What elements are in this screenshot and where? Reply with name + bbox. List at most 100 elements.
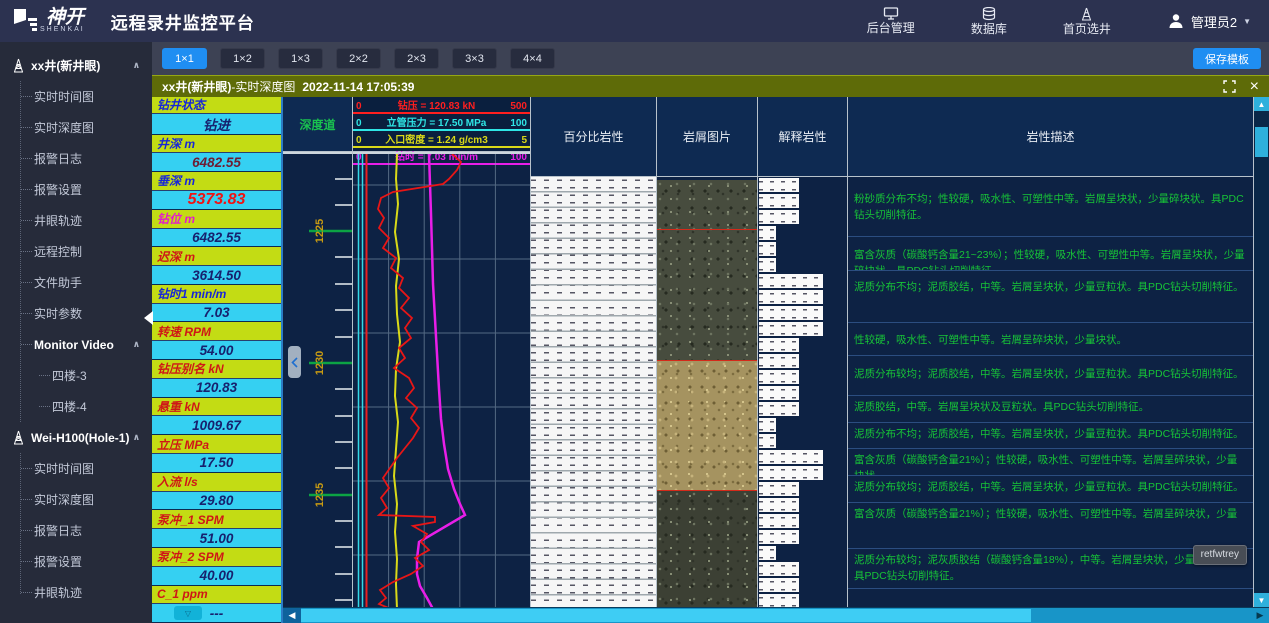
lithology-segment — [759, 370, 799, 384]
sidebar-item[interactable]: 四楼-3 ∧ — [0, 360, 152, 391]
lithology-segment — [759, 498, 799, 512]
sidebar-item[interactable]: 实时深度图 ∧ — [0, 484, 152, 515]
depth-scale: 1225 1230 1235 — [283, 154, 352, 607]
sidebar-item[interactable]: 四楼-4 ∧ — [0, 391, 152, 422]
sidebar-item[interactable]: 远程控制 ∧ — [0, 236, 152, 267]
layout-button[interactable]: 1×1 — [162, 48, 207, 69]
curve-legend-row: 0 入口密度 = 1.24 g/cm3 5 — [353, 131, 530, 148]
nav-home-well-select[interactable]: 首页选井 — [1063, 7, 1111, 36]
cuttings-photo-track: 岩屑图片 — [657, 97, 758, 607]
parameter-row: 泵冲_1 SPM ▽ 51.00 — [152, 510, 281, 548]
top-header: 神开 SHENKAI 远程录井监控平台 后台管理 数据库 — [0, 0, 1269, 42]
lithology-segment — [759, 546, 776, 560]
curve-legend-row: 0 钻压 = 120.83 kN 500 — [353, 97, 530, 114]
curve-legend-header: 0 钻压 = 120.83 kN 500 0 立管压力 = 17.50 MPa … — [353, 97, 530, 152]
vertical-scrollbar[interactable]: ▲ ▼ — [1254, 97, 1269, 607]
lithology-segment — [759, 194, 799, 208]
scroll-right-button[interactable]: ▶ — [1251, 608, 1269, 623]
sidebar-item[interactable]: 实时参数 ∧ — [0, 298, 152, 329]
parameter-label: 立压 MPa — [152, 435, 281, 454]
save-template-button[interactable]: 保存模板 — [1193, 48, 1261, 69]
chevron-up-icon: ∧ — [133, 339, 140, 350]
sidebar-item[interactable]: 报警日志 ∧ — [0, 143, 152, 174]
layout-button[interactable]: 2×2 — [336, 48, 381, 69]
lithology-segment — [759, 434, 776, 448]
parameter-label: 钻井状态 — [152, 97, 281, 114]
vertical-scroll-thumb[interactable] — [1255, 127, 1268, 157]
sidebar-item[interactable]: Wei-H100(Hole-1) ∧ — [0, 422, 152, 453]
lithology-description-track: 岩性描述 粉砂质分布不均；性较硬，吸水性、可塑性中等。岩屑呈块状，少量碎块状。具… — [848, 97, 1254, 607]
layout-button[interactable]: 3×3 — [452, 48, 497, 69]
interpreted-lithology-header: 解释岩性 — [758, 97, 847, 177]
sidebar-item[interactable]: Monitor Video ∧ — [0, 329, 152, 360]
parameter-panel-collapse-handle[interactable] — [288, 346, 301, 378]
sidebar-item[interactable]: 实时时间图 ∧ — [0, 453, 152, 484]
sidebar-item[interactable]: 实时时间图 ∧ — [0, 81, 152, 112]
lithology-segment — [759, 562, 799, 576]
parameter-label: 井深 m — [152, 135, 281, 154]
derrick-icon — [12, 58, 25, 73]
depth-track-header: 深度道 — [283, 97, 352, 152]
parameter-row: 钻时1 min/m ▽ 7.03 — [152, 285, 281, 323]
parameter-value: ▽ 40.00 — [152, 567, 281, 586]
dropdown-chevron-icon[interactable]: ▽ — [174, 606, 202, 620]
user-menu[interactable]: 管理员2 ▼ — [1167, 12, 1251, 31]
layout-button[interactable]: 4×4 — [510, 48, 555, 69]
lithology-segment — [759, 338, 799, 352]
depth-mark-line — [657, 490, 757, 491]
sidebar-item[interactable]: 报警设置 ∧ — [0, 546, 152, 577]
lithology-segment — [759, 530, 799, 544]
sidebar-collapse-arrow[interactable] — [144, 311, 153, 325]
lithology-segment — [759, 290, 823, 304]
curves-plot — [353, 152, 530, 607]
nav-database[interactable]: 数据库 — [971, 7, 1007, 36]
percent-lithology-header: 百分比岩性 — [531, 97, 656, 177]
vertical-scroll-track[interactable] — [1254, 111, 1269, 593]
description-row: 泥质分布较均；泥质胶结，中等。岩屑呈块状，少量豆粒状。具PDC钻头切削特征。 — [848, 476, 1253, 503]
sidebar-item[interactable]: 文件助手 ∧ — [0, 267, 152, 298]
sidebar-item[interactable]: xx井(新井眼) ∧ — [0, 50, 152, 81]
parameter-row: 垂深 m ▽ 5373.83 — [152, 172, 281, 210]
scroll-left-button[interactable]: ◀ — [283, 608, 301, 623]
horizontal-scrollbar[interactable]: ◀ ▶ — [283, 607, 1269, 623]
parameter-row: 迟深 m ▽ 3614.50 — [152, 247, 281, 285]
scroll-up-button[interactable]: ▲ — [1254, 97, 1269, 111]
sidebar-item[interactable]: 报警日志 ∧ — [0, 515, 152, 546]
parameter-label: 迟深 m — [152, 247, 281, 266]
sidebar-item[interactable]: 井眼轨迹 ∧ — [0, 577, 152, 608]
parameter-row: 悬重 kN ▽ 1009.67 — [152, 398, 281, 436]
layout-button[interactable]: 2×3 — [394, 48, 439, 69]
derrick-icon — [1080, 7, 1093, 21]
cuttings-photo-header: 岩屑图片 — [657, 97, 757, 177]
close-icon[interactable]: × — [1250, 80, 1259, 94]
lithology-segment — [759, 514, 799, 528]
layout-buttons: 1×1 1×2 1×3 2×2 2×3 3×3 4×4 — [162, 48, 555, 69]
nav-backend-admin[interactable]: 后台管理 — [867, 7, 915, 35]
description-row: 粉砂质分布不均；性较硬，吸水性、可塑性中等。岩屑呈块状，少量碎块状。具PDC钻头… — [848, 177, 1253, 237]
parameter-label: C_1 ppm — [152, 586, 281, 605]
curve-legend-row: 0 立管压力 = 17.50 MPa 100 — [353, 114, 530, 131]
panel-view-name: -实时深度图 — [231, 78, 295, 95]
panel-title-bar: xx井(新井眼)-实时深度图 2022-11-14 17:05:39 × — [152, 75, 1269, 97]
brand-name: 神开 — [46, 9, 85, 26]
horizontal-scroll-thumb[interactable] — [301, 609, 1031, 622]
description-row: 性较硬，吸水性、可塑性中等。岩屑呈碎块状，少量块状。 — [848, 323, 1253, 356]
lithology-segment — [759, 578, 799, 592]
sidebar-item[interactable]: 实时深度图 ∧ — [0, 112, 152, 143]
layout-button[interactable]: 1×2 — [220, 48, 265, 69]
app-window: 神开 SHENKAI 远程录井监控平台 后台管理 数据库 — [0, 0, 1269, 623]
scroll-down-button[interactable]: ▼ — [1254, 593, 1269, 607]
lithology-segment — [759, 322, 823, 336]
percent-lithology-body — [531, 177, 656, 607]
sidebar-item[interactable]: 报警设置 ∧ — [0, 174, 152, 205]
layout-button[interactable]: 1×3 — [278, 48, 323, 69]
fullscreen-icon[interactable] — [1223, 80, 1236, 93]
lithology-segment — [759, 482, 799, 496]
chevron-down-icon: ▼ — [1243, 17, 1251, 26]
user-icon — [1167, 12, 1185, 30]
description-row: 富含灰质（碳酸钙含量21~23%）；性较硬，吸水性、可塑性中等。岩屑呈块状，少量… — [848, 237, 1253, 271]
cuttings-photo-section — [657, 490, 757, 607]
sidebar-item[interactable]: 井眼轨迹 ∧ — [0, 205, 152, 236]
parameter-value: ▽ 钻进 — [152, 114, 281, 135]
parameter-row: 立压 MPa ▽ 17.50 — [152, 435, 281, 473]
